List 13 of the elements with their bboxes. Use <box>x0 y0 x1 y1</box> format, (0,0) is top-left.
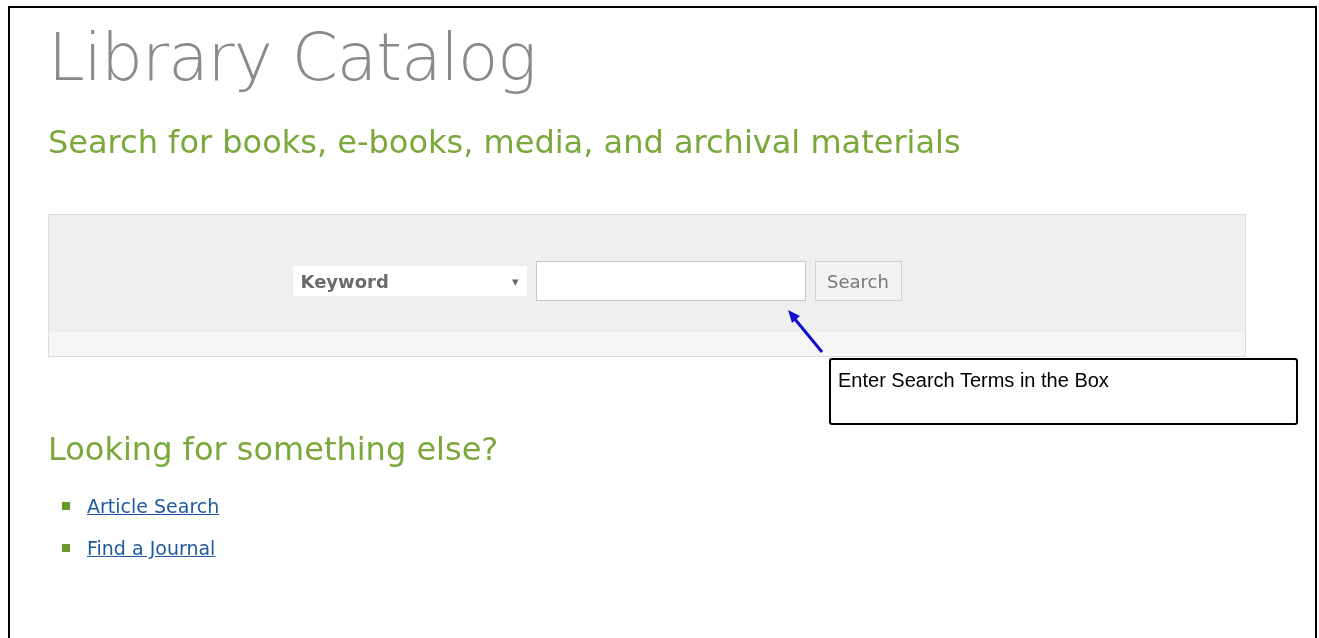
search-field[interactable] <box>535 261 806 301</box>
page-title: Library Catalog <box>48 18 536 98</box>
bullet-icon <box>62 544 70 552</box>
bullet-icon <box>62 502 70 510</box>
arrow-icon <box>786 308 826 356</box>
search-button[interactable]: Search <box>814 261 902 301</box>
search-type-select[interactable]: Keyword ▾ <box>292 266 527 296</box>
section-heading: Looking for something else? <box>48 429 499 469</box>
link[interactable]: Find a Journal <box>87 537 216 559</box>
page-subtitle: Search for books, e-books, media, and archival materials <box>48 122 961 162</box>
caret-icon: ▾ <box>511 273 519 289</box>
callout-box: Enter Search Terms in the Box <box>829 358 1298 425</box>
link[interactable]: Article Search <box>87 495 220 517</box>
